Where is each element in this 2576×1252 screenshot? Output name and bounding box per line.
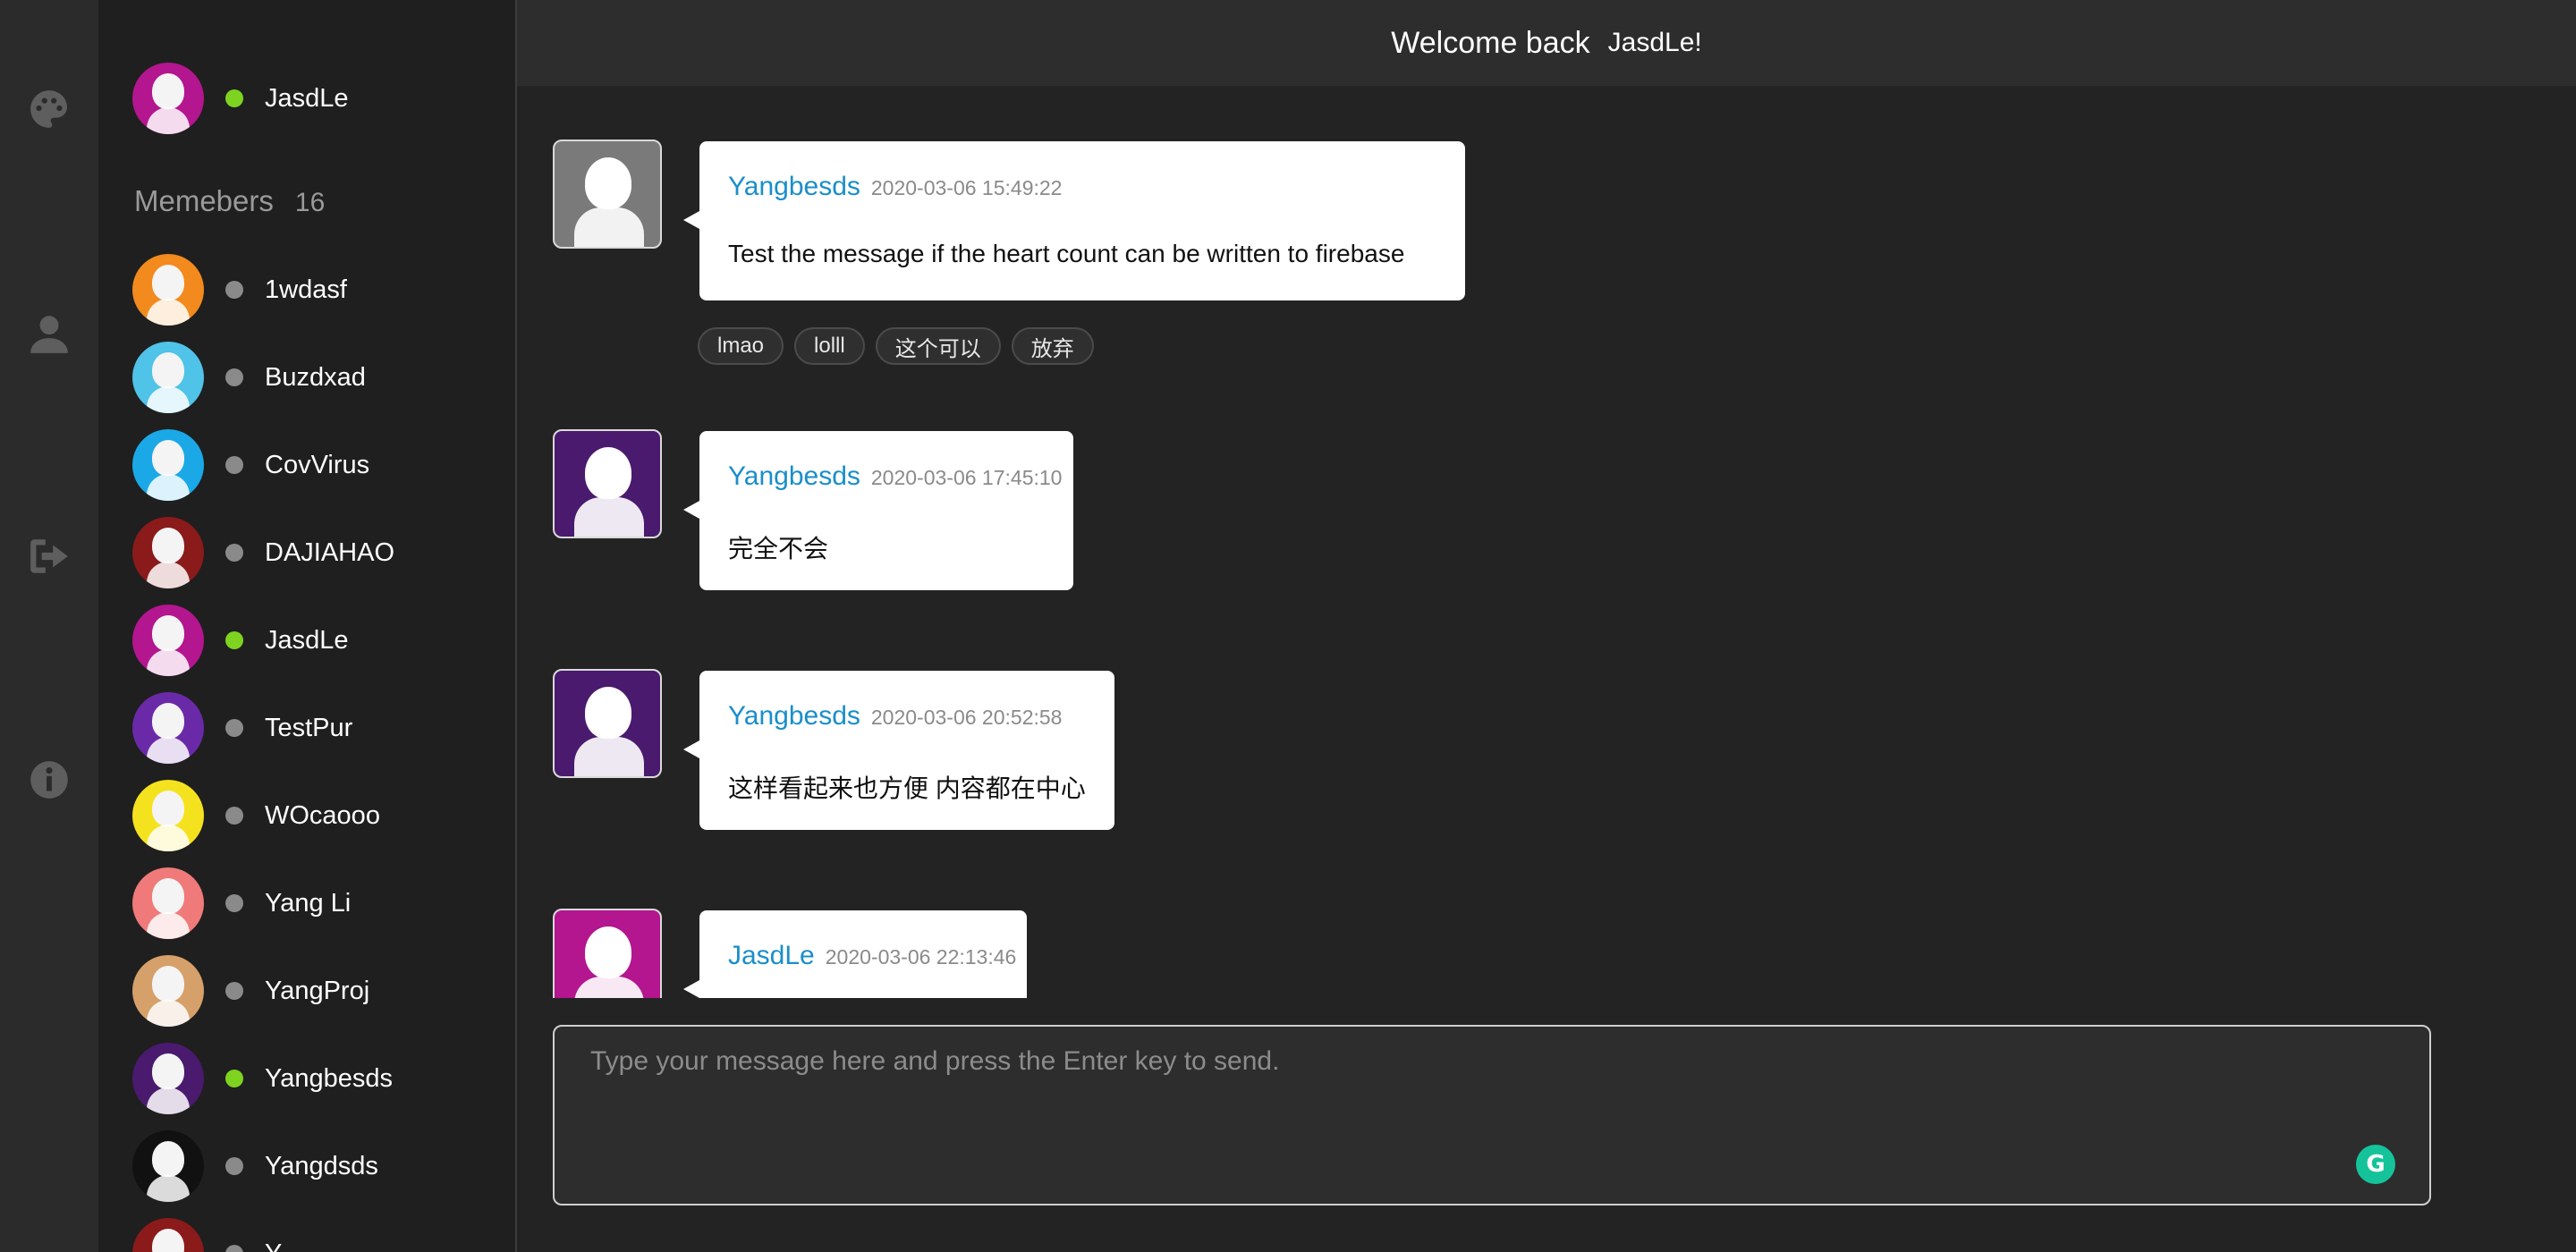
reaction-list: lmao lolll 这个可以 放弃 [698, 327, 1094, 365]
message-user[interactable]: Yangbesds [728, 172, 860, 202]
avatar [132, 1218, 204, 1252]
reaction-chip[interactable]: 放弃 [1011, 327, 1094, 365]
status-dot [225, 89, 243, 107]
reaction-chip[interactable]: 这个可以 [875, 327, 1001, 365]
member-name: Yang Li [265, 888, 352, 918]
member-row[interactable]: DAJIAHAO [132, 517, 508, 588]
message-time: 2020-03-06 17:45:10 [870, 466, 1063, 489]
member-row[interactable]: CovVirus [132, 429, 508, 501]
status-dot [225, 719, 243, 737]
members-count: 16 [294, 188, 326, 217]
member-name: DAJIAHAO [265, 537, 395, 567]
member-row[interactable]: Yangdsds [132, 1130, 508, 1202]
member-row[interactable]: WOcaooo [132, 780, 508, 851]
message-avatar [553, 429, 662, 538]
avatar [132, 780, 204, 851]
member-name: TestPur [265, 713, 353, 742]
reaction-chip[interactable]: lmao [698, 327, 784, 365]
sign-out-icon[interactable] [24, 531, 74, 581]
current-user[interactable]: JasdLe [132, 63, 508, 134]
message-text: Test the message if the heart count can … [728, 240, 1405, 267]
avatar [132, 1130, 204, 1202]
welcome-user: JasdLe! [1607, 28, 1702, 57]
status-dot [225, 368, 243, 386]
status-dot [225, 807, 243, 825]
message-text: 完全不会 [728, 535, 829, 563]
status-dot [225, 456, 243, 474]
avatar [132, 342, 204, 413]
message-avatar [553, 140, 662, 249]
nav-rail [0, 0, 98, 1252]
avatar [132, 517, 204, 588]
member-row[interactable]: TestPur [132, 692, 508, 764]
member-row[interactable]: Yang Li [132, 867, 508, 939]
message-text: 这样看起来也方便 内容都在中心 [728, 774, 1086, 802]
member-row[interactable]: JasdLe [132, 605, 508, 676]
member-name: Y... [265, 1239, 301, 1252]
message-avatar [553, 909, 662, 998]
member-name: CovVirus [265, 450, 370, 479]
message-list[interactable]: Yangbesds 2020-03-06 15:49:22 Test the m… [517, 86, 2576, 998]
message-input[interactable] [555, 1027, 2429, 1204]
members-header: Memebers 16 [134, 184, 325, 218]
status-dot [225, 1245, 243, 1252]
welcome-text: Welcome back [1391, 25, 1590, 60]
header: Welcome back JasdLe! [517, 0, 2576, 86]
message-bubble: Yangbesds 2020-03-06 17:45:10 完全不会 [683, 431, 1073, 590]
avatar [132, 1043, 204, 1114]
member-row[interactable]: Yangbesds [132, 1043, 508, 1114]
avatar [132, 692, 204, 764]
info-icon[interactable] [24, 755, 74, 805]
message-bubble: Yangbesds 2020-03-06 15:49:22 Test the m… [683, 141, 1465, 300]
message-time: 2020-03-06 15:49:22 [870, 176, 1063, 199]
member-row[interactable]: 1wdasf [132, 254, 508, 326]
avatar [132, 429, 204, 501]
reaction-chip[interactable]: lolll [794, 327, 865, 365]
avatar [132, 254, 204, 326]
member-name: YangProj [265, 976, 370, 1005]
member-name: Yangdsds [265, 1151, 378, 1180]
member-row[interactable]: YangProj [132, 955, 508, 1027]
member-name: 1wdasf [265, 275, 347, 304]
members-panel: JasdLe Memebers 16 1wdasf Buzdxad CovVirus… [98, 0, 517, 1252]
member-name: WOcaooo [265, 800, 380, 830]
avatar [132, 63, 204, 134]
grammarly-icon[interactable]: G [2356, 1145, 2395, 1184]
message-bubble: Yangbesds 2020-03-06 20:52:58 这样看起来也方便 内… [683, 671, 1114, 830]
status-dot [225, 1070, 243, 1087]
avatar [132, 605, 204, 676]
message-user[interactable]: Yangbesds [728, 461, 860, 492]
avatar [132, 955, 204, 1027]
message-composer: G [553, 1025, 2431, 1205]
member-row[interactable]: Y... [132, 1218, 508, 1252]
message-user[interactable]: Yangbesds [728, 701, 860, 732]
message-user[interactable]: JasdLe [728, 941, 815, 971]
avatar [132, 867, 204, 939]
member-name: JasdLe [265, 83, 349, 113]
message-bubble: JasdLe 2020-03-06 22:13:46 [683, 910, 1027, 998]
status-dot [225, 631, 243, 649]
status-dot [225, 982, 243, 1000]
member-row[interactable]: Buzdxad [132, 342, 508, 413]
member-name: Buzdxad [265, 362, 366, 392]
user-icon[interactable] [24, 309, 74, 360]
member-name: Yangbesds [265, 1063, 393, 1093]
status-dot [225, 1157, 243, 1175]
message-time: 2020-03-06 22:13:46 [825, 945, 1017, 969]
status-dot [225, 894, 243, 912]
palette-icon[interactable] [24, 84, 74, 134]
members-title: Memebers [134, 184, 274, 217]
member-name: JasdLe [265, 625, 349, 655]
status-dot [225, 544, 243, 562]
message-avatar [553, 669, 662, 778]
status-dot [225, 281, 243, 299]
message-time: 2020-03-06 20:52:58 [870, 706, 1063, 729]
